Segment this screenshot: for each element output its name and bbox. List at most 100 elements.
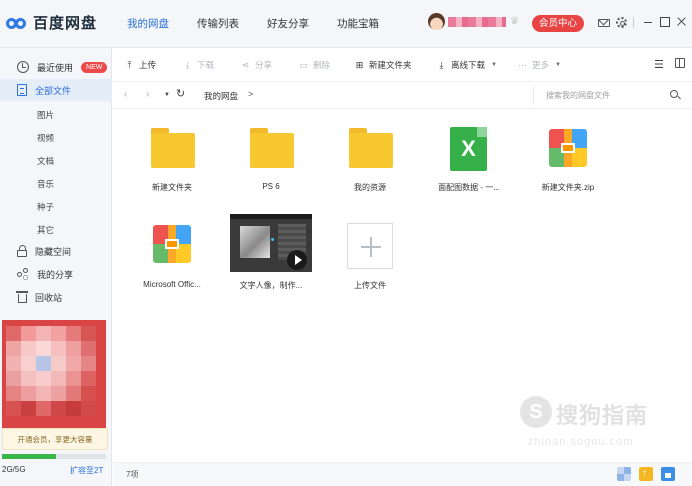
sidebar-item-my-shares[interactable]: 我的分享 <box>0 263 112 285</box>
file-item[interactable]: 新建文件夹 <box>127 110 217 196</box>
sidebar-item-label: 隐藏空间 <box>35 246 72 257</box>
file-name: PS 6 <box>262 182 280 191</box>
file-name: 新建文件夹.zip <box>541 183 595 192</box>
video-thumbnail[interactable] <box>230 214 312 272</box>
address-bar: ‹ › ▼ ↻ 我的网盘 > <box>113 83 692 109</box>
download-button[interactable]: ⤓ 下载 <box>183 59 215 71</box>
upload-button[interactable]: ⤒ 上传 <box>125 59 157 71</box>
window-controls <box>598 16 692 28</box>
zip-archive-icon <box>549 129 587 167</box>
download-label: 下载 <box>197 60 215 70</box>
file-name: 新建文件夹 <box>152 183 192 192</box>
app-logo: 百度网盘 <box>6 12 97 33</box>
file-name: 文字人像，制作... <box>239 281 303 290</box>
folder-icon <box>250 128 294 168</box>
sort-list-icon[interactable]: ☰ <box>654 58 664 71</box>
chevron-down-icon: ▼ <box>491 62 497 68</box>
sidebar-item-recent[interactable]: 最近使用 NEW <box>0 56 112 78</box>
divider <box>633 16 634 28</box>
maximize-icon[interactable] <box>660 17 670 27</box>
excel-file-icon: X <box>450 127 487 171</box>
sidebar-item-label: 全部文件 <box>35 85 72 96</box>
minimize-icon[interactable] <box>642 16 654 28</box>
file-name: 我的资源 <box>354 183 386 192</box>
new-folder-icon: ⊞ <box>355 60 364 70</box>
promo-caption[interactable]: 开通会员，享更大容量 <box>2 428 108 450</box>
promo-image-pixelated <box>6 326 96 416</box>
folder-icon <box>151 128 195 168</box>
search-box <box>533 86 683 105</box>
share-label: 分享 <box>255 60 273 70</box>
search-icon[interactable] <box>670 90 678 98</box>
main-nav: 我的网盘 传输列表 好友分享 功能宝箱 <box>127 16 407 31</box>
sidebar-subitem-music[interactable]: 音乐 <box>37 178 54 190</box>
play-icon[interactable] <box>287 250 307 270</box>
lock-icon <box>17 245 27 257</box>
status-bar: 7项 <box>113 462 692 486</box>
file-item[interactable]: PS 6 <box>226 110 316 196</box>
apps-icon[interactable] <box>617 467 631 481</box>
sidebar-item-all-files[interactable]: 全部文件 <box>0 79 112 101</box>
share-icon: ⋖ <box>241 60 250 70</box>
avatar[interactable] <box>428 13 445 30</box>
vip-center-button[interactable]: 会员中心 <box>532 15 584 32</box>
more-button[interactable]: ··· 更多 ▼ <box>518 59 561 71</box>
search-input[interactable] <box>546 89 664 102</box>
sidebar: 最近使用 NEW 全部文件 图片 视频 文档 音乐 种子 其它 隐藏空间 我的分… <box>0 48 112 486</box>
history-dropdown-icon[interactable]: ▼ <box>164 92 170 98</box>
app-title: 百度网盘 <box>33 15 98 32</box>
tab-transfer-list[interactable]: 传输列表 <box>197 16 239 31</box>
sidebar-item-recycle-bin[interactable]: 回收站 <box>0 286 112 308</box>
upload-label: 上传 <box>139 60 157 70</box>
zip-archive-icon <box>153 225 191 263</box>
trash-icon: ▭ <box>299 60 308 70</box>
more-label: 更多 <box>532 60 550 70</box>
gear-icon[interactable] <box>616 16 627 28</box>
expand-storage-link[interactable]: 扩容至2T <box>70 465 103 476</box>
chevron-down-icon: ▼ <box>555 62 561 68</box>
storage-usage-text: 2G/5G <box>2 465 26 474</box>
file-item[interactable]: Microsoft Offic... <box>127 208 217 294</box>
tab-toolbox[interactable]: 功能宝箱 <box>337 16 379 31</box>
breadcrumb[interactable]: 我的网盘 <box>204 90 238 102</box>
delete-button[interactable]: ▭ 删除 <box>299 59 330 71</box>
title-bar: 百度网盘 我的网盘 传输列表 好友分享 功能宝箱 ♛ 会员中心 <box>0 0 692 48</box>
crown-icon: ♛ <box>510 16 519 27</box>
file-item[interactable]: 我的资源 <box>325 110 415 196</box>
user-profile[interactable]: ♛ <box>428 13 519 30</box>
file-item[interactable]: 新建文件夹.zip <box>523 110 613 196</box>
file-name: Microsoft Offic... <box>143 280 201 289</box>
sidebar-item-hidden-space[interactable]: 隐藏空间 <box>0 240 112 262</box>
trash-icon <box>16 291 28 303</box>
mail-icon[interactable] <box>598 19 610 27</box>
file-name: 面配图数据 - 一... <box>438 183 500 192</box>
promo-banner[interactable] <box>2 320 106 432</box>
tab-my-drive[interactable]: 我的网盘 <box>127 16 169 31</box>
file-grid: 新建文件夹 PS 6 我的资源 面配图数据 - 一... X 新建文件夹.zip… <box>113 110 692 462</box>
upload-icon: ⤒ <box>127 60 132 70</box>
username-redacted[interactable] <box>448 16 506 27</box>
sidebar-subitem-documents[interactable]: 文档 <box>37 155 54 167</box>
plus-icon[interactable] <box>347 223 393 269</box>
sidebar-subitem-other[interactable]: 其它 <box>37 224 54 236</box>
upload-queue-icon[interactable] <box>639 467 653 481</box>
share-button[interactable]: ⋖ 分享 <box>241 59 272 71</box>
back-icon[interactable]: ‹ <box>124 89 127 100</box>
view-toggle-icon[interactable] <box>675 58 685 68</box>
sidebar-subitem-images[interactable]: 图片 <box>37 109 54 121</box>
download-icon: ⤓ <box>185 60 190 70</box>
storage-progress-fill <box>2 454 57 459</box>
clock-icon <box>17 61 29 73</box>
sidebar-subitem-torrents[interactable]: 种子 <box>37 201 54 213</box>
offline-download-button[interactable]: ⤓ 离线下载 ▼ <box>437 59 497 71</box>
refresh-icon[interactable]: ↻ <box>176 87 185 100</box>
forward-icon[interactable]: › <box>146 89 149 100</box>
close-icon[interactable] <box>676 16 688 28</box>
item-count: 7项 <box>126 470 139 479</box>
tab-friend-share[interactable]: 好友分享 <box>267 16 309 31</box>
sidebar-subitem-videos[interactable]: 视频 <box>37 132 54 144</box>
safe-box-icon[interactable] <box>661 467 675 481</box>
sidebar-item-label: 我的分享 <box>37 269 74 280</box>
file-name: 上传文件 <box>354 281 386 290</box>
new-folder-button[interactable]: ⊞ 新建文件夹 <box>355 59 412 71</box>
